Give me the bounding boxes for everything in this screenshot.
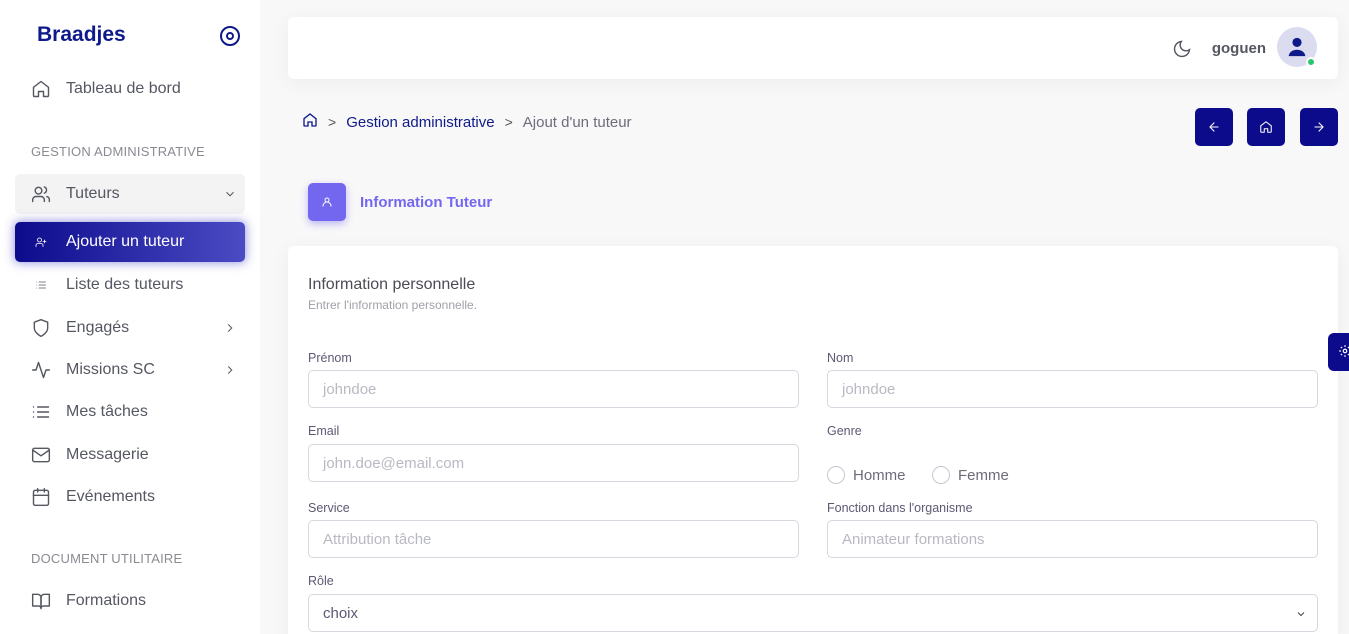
users-icon (29, 182, 53, 206)
sidebar-item-label: Mes tâches (66, 403, 148, 420)
arrow-left-icon (1209, 122, 1219, 132)
sidebar-item-ajouter-tuteur[interactable]: Ajouter un tuteur (15, 222, 245, 262)
section-label-document: DOCUMENT UTILITAIRE (31, 551, 183, 566)
calendar-icon (29, 485, 53, 509)
list-icon (29, 273, 53, 297)
sidebar-item-label: Messagerie (66, 446, 149, 463)
top-navbar: goguen (288, 17, 1338, 79)
book-icon (29, 589, 53, 613)
sidebar-item-label: Ajouter un tuteur (66, 233, 185, 250)
email-field[interactable]: john.doe@email.com (308, 444, 799, 482)
radio-label: Femme (958, 466, 1009, 484)
radio-circle[interactable] (932, 466, 950, 484)
radio-circle[interactable] (827, 466, 845, 484)
breadcrumb: > Gestion administrative > Ajout d'un tu… (302, 112, 632, 132)
sidebar-item-label: Liste des tuteurs (66, 276, 184, 293)
chevron-right-icon (223, 363, 237, 377)
sidebar-item-dashboard[interactable]: Tableau de bord (15, 69, 245, 109)
forward-button[interactable] (1300, 108, 1338, 146)
sidebar-item-engages[interactable]: Engagés (15, 308, 245, 348)
breadcrumb-current: Ajout d'un tuteur (522, 113, 632, 131)
role-label: Rôle (308, 574, 334, 588)
service-input[interactable]: Attribution tâche (308, 520, 799, 558)
fonction-label: Fonction dans l'organisme (827, 501, 973, 515)
sidebar-item-liste-tuteurs[interactable]: Liste des tuteurs (15, 265, 245, 305)
user-icon (1288, 37, 1306, 57)
home-icon (1260, 121, 1272, 133)
chevron-right-icon (223, 321, 237, 335)
online-status-dot (1306, 57, 1316, 67)
sidebar-item-tuteurs[interactable]: Tuteurs (15, 174, 245, 214)
chevron-down-icon (1295, 607, 1307, 619)
user-name[interactable]: goguen (1212, 40, 1266, 57)
home-button[interactable] (1247, 108, 1285, 146)
chevron-down-icon (223, 187, 237, 201)
step-user-icon[interactable] (308, 183, 346, 221)
moon-icon[interactable] (1172, 39, 1192, 59)
back-button[interactable] (1195, 108, 1233, 146)
genre-radio-homme[interactable]: Homme (827, 466, 906, 484)
activity-icon (29, 358, 53, 382)
brand-logo[interactable]: Braadjes (37, 23, 126, 47)
customizer-toggle[interactable] (1328, 333, 1349, 371)
sidebar-item-label: Missions SC (66, 361, 155, 378)
prenom-label: Prénom (308, 351, 352, 365)
role-select[interactable]: choix (308, 594, 1318, 632)
mail-icon (29, 443, 53, 467)
sidebar-item-messagerie[interactable]: Messagerie (15, 435, 245, 475)
shield-icon (29, 316, 53, 340)
home-icon[interactable] (302, 112, 318, 132)
home-icon (29, 77, 53, 101)
sidebar: Braadjes Tableau de bord GESTION ADMINIS… (0, 0, 260, 634)
list-icon (29, 400, 53, 424)
chevron-right-icon: > (328, 114, 337, 130)
section-label-gestion: GESTION ADMINISTRATIVE (31, 144, 205, 159)
role-select-value: choix (323, 604, 359, 622)
sidebar-item-missions-sc[interactable]: Missions SC (15, 350, 245, 390)
genre-radio-femme[interactable]: Femme (932, 466, 1009, 484)
radio-label: Homme (853, 466, 906, 484)
nom-label: Nom (827, 351, 854, 365)
sidebar-item-label: Tuteurs (66, 185, 120, 202)
sidebar-item-label: Engagés (66, 319, 130, 336)
user-plus-icon (29, 230, 53, 254)
arrow-right-icon (1314, 122, 1324, 132)
sidebar-item-label: Formations (66, 592, 147, 609)
form-title: Information personnelle (308, 276, 476, 293)
fonction-input[interactable]: Animateur formations (827, 520, 1318, 558)
form-subtitle: Entrer l'information personnelle. (308, 298, 478, 312)
sidebar-item-formations[interactable]: Formations (15, 581, 245, 621)
chevron-right-icon: > (504, 114, 513, 130)
sidebar-item-evenements[interactable]: Evénements (15, 477, 245, 517)
step-title[interactable]: Information Tuteur (360, 194, 492, 211)
gear-icon (1339, 345, 1349, 357)
genre-label: Genre (827, 424, 862, 438)
form-card: Information personnelle Entrer l'informa… (288, 246, 1338, 634)
email-label: Email (308, 424, 340, 438)
sidebar-item-label: Tableau de bord (66, 80, 181, 97)
sidebar-collapse-toggle-icon[interactable] (220, 26, 240, 46)
sidebar-item-label: Evénements (66, 488, 155, 505)
prenom-input[interactable]: johndoe (308, 370, 799, 408)
sidebar-item-mes-taches[interactable]: Mes tâches (15, 392, 245, 432)
nom-input[interactable]: johndoe (827, 370, 1318, 408)
breadcrumb-section[interactable]: Gestion administrative (346, 114, 494, 131)
service-label: Service (308, 501, 350, 515)
